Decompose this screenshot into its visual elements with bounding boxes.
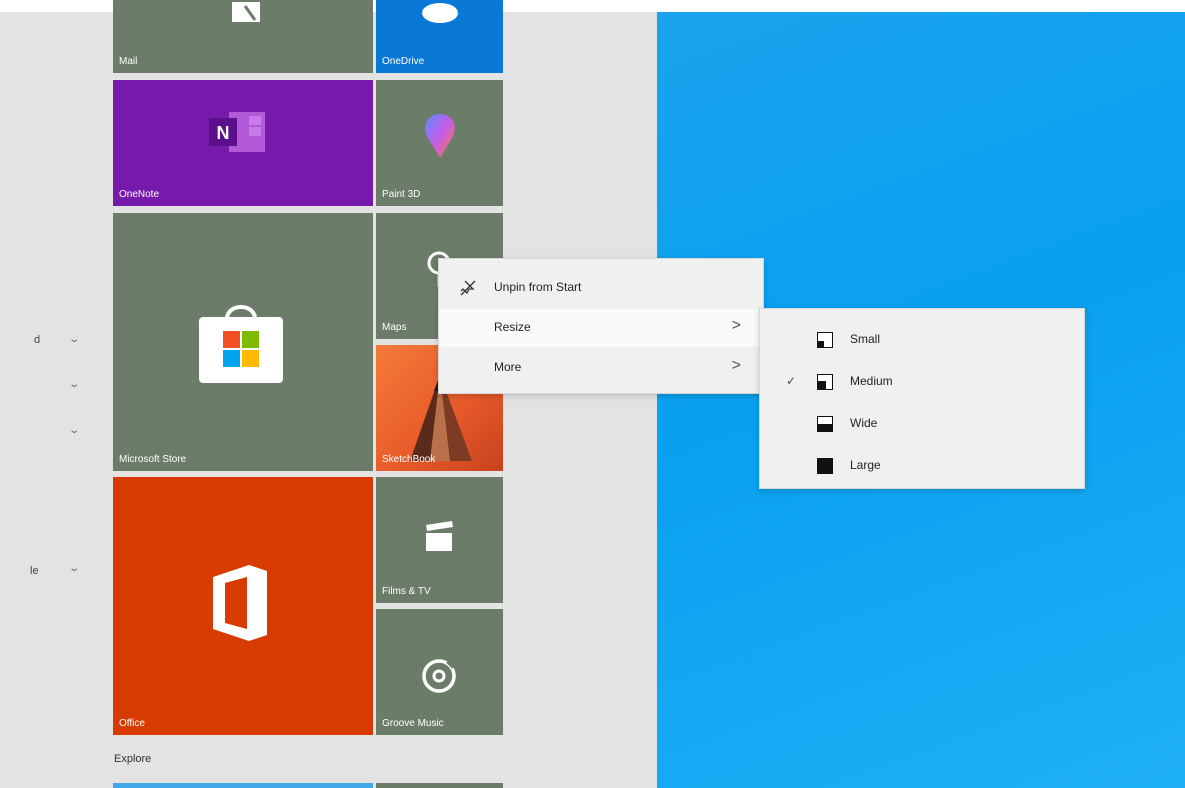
tile-onedrive[interactable]: OneDrive bbox=[376, 0, 503, 73]
tile-label: Films & TV bbox=[382, 586, 431, 597]
group-header-explore[interactable]: Explore bbox=[114, 753, 151, 765]
groove-disc-icon bbox=[420, 657, 458, 695]
paint3d-icon bbox=[422, 112, 458, 160]
onenote-icon: N bbox=[205, 110, 269, 154]
menu-item-unpin[interactable]: Unpin from Start bbox=[439, 269, 763, 307]
tile-office[interactable]: Office bbox=[113, 477, 373, 735]
tile-label: Paint 3D bbox=[382, 189, 421, 200]
menu-item-resize[interactable]: Resize > bbox=[439, 309, 763, 347]
tile-label: Mail bbox=[119, 56, 138, 67]
app-list-fragment[interactable]: d bbox=[34, 334, 40, 346]
wide-size-icon bbox=[817, 416, 833, 432]
app-list-fragment[interactable]: le bbox=[30, 565, 39, 577]
chevron-down-icon[interactable]: ⌄ bbox=[68, 379, 80, 390]
chevron-right-icon: > bbox=[731, 357, 741, 374]
tile-microsoft-store[interactable]: Microsoft Store bbox=[113, 213, 373, 471]
resize-option-wide[interactable]: Wide bbox=[760, 405, 1084, 443]
tile-partial[interactable] bbox=[376, 783, 503, 788]
medium-size-icon bbox=[817, 374, 833, 390]
menu-item-label: Resize bbox=[494, 320, 531, 334]
tile-label: Office bbox=[119, 718, 145, 729]
clapperboard-icon bbox=[422, 519, 456, 555]
tile-label: Groove Music bbox=[382, 718, 444, 729]
chevron-down-icon[interactable]: ⌄ bbox=[68, 334, 80, 345]
menu-item-label: Large bbox=[850, 458, 881, 472]
large-size-icon bbox=[817, 458, 833, 474]
menu-item-label: Small bbox=[850, 332, 881, 346]
resize-option-medium[interactable]: ✓ Medium bbox=[760, 363, 1084, 401]
onenote-glyph: N bbox=[217, 123, 230, 143]
menu-item-label: More bbox=[494, 360, 522, 374]
chevron-right-icon: > bbox=[731, 317, 741, 334]
mail-icon bbox=[231, 0, 261, 26]
tile-label: Microsoft Store bbox=[119, 454, 187, 465]
tile-paint3d[interactable]: Paint 3D bbox=[376, 80, 503, 206]
tile-films-tv[interactable]: Films & TV bbox=[376, 477, 503, 603]
resize-option-large[interactable]: Large bbox=[760, 447, 1084, 485]
checkmark-icon: ✓ bbox=[786, 374, 797, 388]
tile-label: OneNote bbox=[119, 189, 160, 200]
tile-onenote[interactable]: N OneNote bbox=[113, 80, 373, 206]
menu-item-more[interactable]: More > bbox=[439, 349, 763, 387]
tile-mail[interactable]: Mail bbox=[113, 0, 373, 73]
resize-submenu: Small ✓ Medium Wide Large bbox=[759, 308, 1085, 489]
store-bag-icon bbox=[197, 295, 285, 385]
chevron-down-icon[interactable]: ⌄ bbox=[68, 563, 80, 574]
tile-groove-music[interactable]: Groove Music bbox=[376, 609, 503, 735]
small-size-icon bbox=[817, 332, 833, 348]
chevron-down-icon[interactable]: ⌄ bbox=[68, 425, 80, 436]
unpin-icon bbox=[459, 279, 477, 300]
menu-item-label: Wide bbox=[850, 416, 878, 430]
menu-item-label: Medium bbox=[850, 374, 893, 388]
menu-item-label: Unpin from Start bbox=[494, 280, 582, 294]
office-icon bbox=[205, 563, 275, 643]
tile-context-menu: Unpin from Start Resize > More > bbox=[438, 258, 764, 394]
tile-label: Maps bbox=[382, 322, 407, 333]
resize-option-small[interactable]: Small bbox=[760, 321, 1084, 359]
tile-partial[interactable] bbox=[113, 783, 373, 788]
cloud-icon bbox=[420, 0, 460, 24]
tile-label: OneDrive bbox=[382, 56, 425, 67]
tile-label: SketchBook bbox=[382, 454, 436, 465]
